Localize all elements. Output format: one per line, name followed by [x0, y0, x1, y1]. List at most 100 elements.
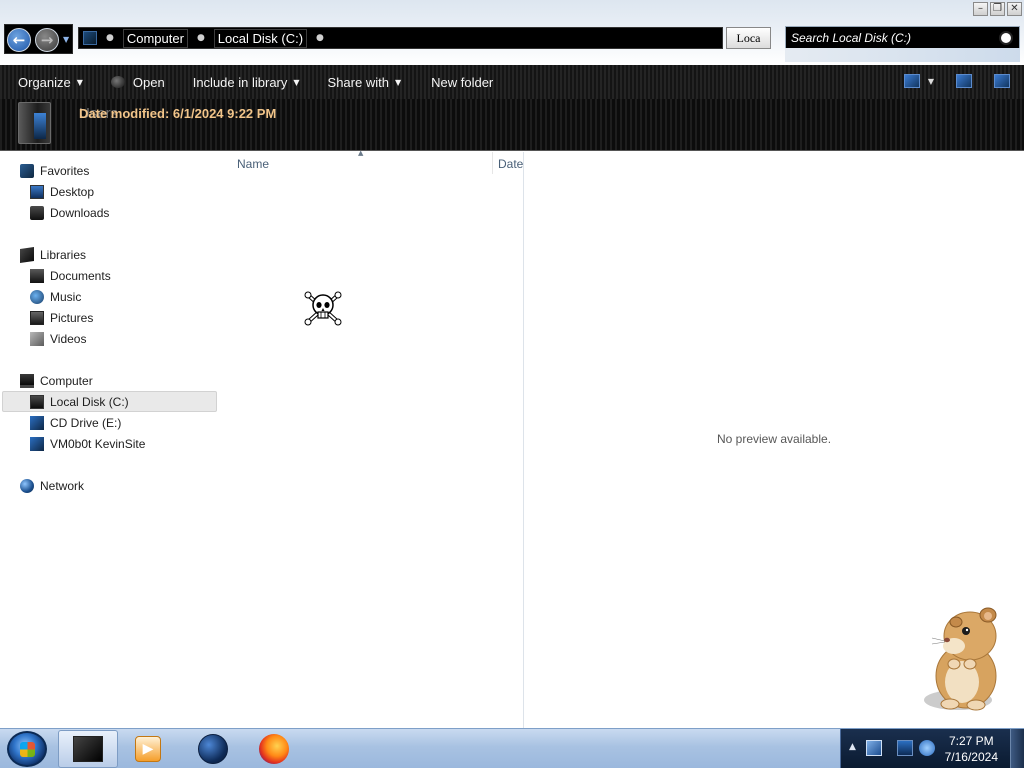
navigation-buttons: ← → ▼ — [4, 24, 73, 54]
downloads-icon — [30, 205, 44, 220]
open-icon — [110, 76, 125, 88]
taskbar-firefox[interactable] — [244, 730, 304, 768]
back-button[interactable]: ← — [7, 28, 31, 52]
nav-cd-drive-label: CD Drive (E:) — [50, 415, 122, 430]
change-view-icon[interactable] — [903, 74, 920, 88]
breadcrumb-separator-icon[interactable]: ● — [106, 33, 114, 43]
file-list[interactable]: ▲ Name Date — [222, 149, 523, 728]
media-player-icon: ▶ — [135, 736, 161, 762]
music-icon — [30, 289, 44, 304]
taskbar: ▶ ▲ 7:27 PM 7/16/2024 — [0, 728, 1024, 768]
start-button[interactable] — [7, 731, 47, 767]
date-modified-label: Date modified: — [79, 106, 170, 121]
recent-locations-button[interactable]: Loca — [726, 27, 771, 49]
taskbar-globe[interactable] — [183, 730, 243, 768]
search-box-shadow — [785, 48, 1020, 62]
skull-cursor-icon — [304, 291, 342, 326]
network-drive-icon — [30, 436, 44, 451]
clock-time: 7:27 PM — [948, 734, 994, 748]
no-preview-message: No preview available. — [716, 432, 832, 446]
nav-desktop-label: Desktop — [50, 184, 95, 199]
action-center-icon[interactable] — [866, 740, 882, 756]
nav-libraries[interactable]: Libraries — [20, 244, 86, 265]
minimize-button[interactable]: – — [973, 2, 988, 16]
nav-documents[interactable]: Documents — [30, 265, 111, 286]
breadcrumb-local-disk[interactable]: Local Disk (C:) — [213, 28, 308, 48]
new-folder-label: New folder — [431, 74, 494, 90]
restore-button[interactable]: ❐ — [990, 2, 1005, 16]
local-disk-icon — [30, 394, 44, 409]
address-bar[interactable]: ● Computer ● Local Disk (C:) ● — [78, 27, 723, 49]
globe-icon — [198, 734, 228, 764]
help-icon[interactable] — [994, 74, 1010, 88]
nav-music[interactable]: Music — [30, 286, 81, 307]
window-controls: – ❐ ✕ — [973, 2, 1022, 16]
forward-arrow-icon: → — [40, 31, 54, 49]
system-tray: ▲ 7:27 PM 7/16/2024 — [840, 729, 1024, 768]
clock[interactable]: 7:27 PM 7/16/2024 — [945, 733, 998, 765]
share-with-label: Share with — [327, 74, 389, 90]
open-label: Open — [132, 74, 165, 90]
view-controls: ▼ — [903, 74, 1010, 88]
breadcrumb-separator-icon[interactable]: ● — [316, 33, 324, 43]
nav-network[interactable]: Network — [20, 475, 84, 496]
open-button[interactable]: Open — [110, 74, 165, 90]
show-desktop-button[interactable] — [1010, 729, 1024, 768]
taskbar-explorer[interactable] — [58, 730, 118, 768]
nav-computer-label: Computer — [40, 373, 93, 388]
firefox-icon — [259, 734, 289, 764]
breadcrumb-computer[interactable]: Computer — [122, 28, 188, 48]
chevron-down-icon: ▼ — [394, 77, 402, 87]
nav-pictures[interactable]: Pictures — [30, 307, 93, 328]
close-button[interactable]: ✕ — [1007, 2, 1022, 16]
nav-network-label: Network — [40, 478, 85, 493]
forward-button[interactable]: → — [35, 28, 59, 52]
nav-computer[interactable]: Computer — [20, 370, 93, 391]
nav-favorites[interactable]: Favorites — [20, 160, 89, 181]
share-with-button[interactable]: Share with ▼ — [328, 75, 402, 90]
hamster-mascot-icon — [924, 607, 997, 711]
organize-button[interactable]: Organize ▼ — [18, 75, 83, 90]
breadcrumb-separator-icon[interactable]: ● — [197, 33, 205, 43]
include-in-library-label: Include in library — [192, 74, 288, 90]
videos-icon — [30, 331, 44, 346]
view-options-dropdown-icon[interactable]: ▼ — [928, 77, 934, 86]
nav-cd-drive[interactable]: CD Drive (E:) — [30, 412, 121, 433]
search-input[interactable]: Search Local Disk (C:) — [791, 31, 999, 45]
desktop-icon — [30, 184, 44, 199]
include-in-library-button[interactable]: Include in library ▼ — [193, 75, 300, 90]
column-header-date[interactable]: Date — [498, 157, 523, 171]
show-hidden-icons-icon[interactable]: ▲ — [849, 742, 856, 752]
command-bar: Organize ▼ Open Include in library ▼ Sha… — [0, 65, 1024, 99]
chevron-down-icon: ▼ — [76, 77, 83, 87]
windows-explorer-icon — [73, 736, 103, 762]
chevron-down-icon: ▼ — [293, 77, 300, 87]
search-icon[interactable] — [999, 31, 1013, 45]
nav-local-disk[interactable]: Local Disk (C:) — [2, 391, 217, 412]
volume-icon[interactable] — [919, 740, 935, 756]
taskbar-media-player[interactable]: ▶ — [118, 730, 178, 768]
nav-downloads[interactable]: Downloads — [30, 202, 109, 223]
nav-videos[interactable]: Videos — [30, 328, 86, 349]
nav-desktop[interactable]: Desktop — [30, 181, 94, 202]
new-folder-button[interactable]: New folder — [431, 75, 493, 90]
recent-pages-dropdown-icon[interactable]: ▼ — [63, 35, 69, 44]
nav-music-label: Music — [50, 289, 82, 304]
column-header-name[interactable]: Name — [237, 157, 269, 171]
network-status-icon[interactable] — [897, 740, 913, 756]
search-box[interactable]: Search Local Disk (C:) — [785, 26, 1020, 50]
nav-pictures-label: Pictures — [50, 310, 94, 325]
libraries-icon — [20, 246, 34, 263]
date-modified: Date modified: 6/1/2024 9:22 PM — [79, 106, 276, 121]
column-divider[interactable] — [492, 152, 493, 174]
preview-pane-toggle-icon[interactable] — [956, 74, 972, 88]
details-pane: Users Date modified: 6/1/2024 9:22 PM — [0, 99, 1024, 151]
nav-network-share[interactable]: VM0b0t KevinSite — [30, 433, 145, 454]
date-modified-value: 6/1/2024 9:22 PM — [172, 106, 277, 121]
sort-ascending-icon: ▲ — [358, 149, 364, 157]
organize-label: Organize — [18, 74, 71, 90]
clock-date: 7/16/2024 — [944, 750, 998, 764]
favorites-icon — [20, 163, 34, 178]
nav-videos-label: Videos — [50, 331, 87, 346]
navigation-pane: Favorites Desktop Downloads Libraries Do… — [0, 152, 222, 728]
